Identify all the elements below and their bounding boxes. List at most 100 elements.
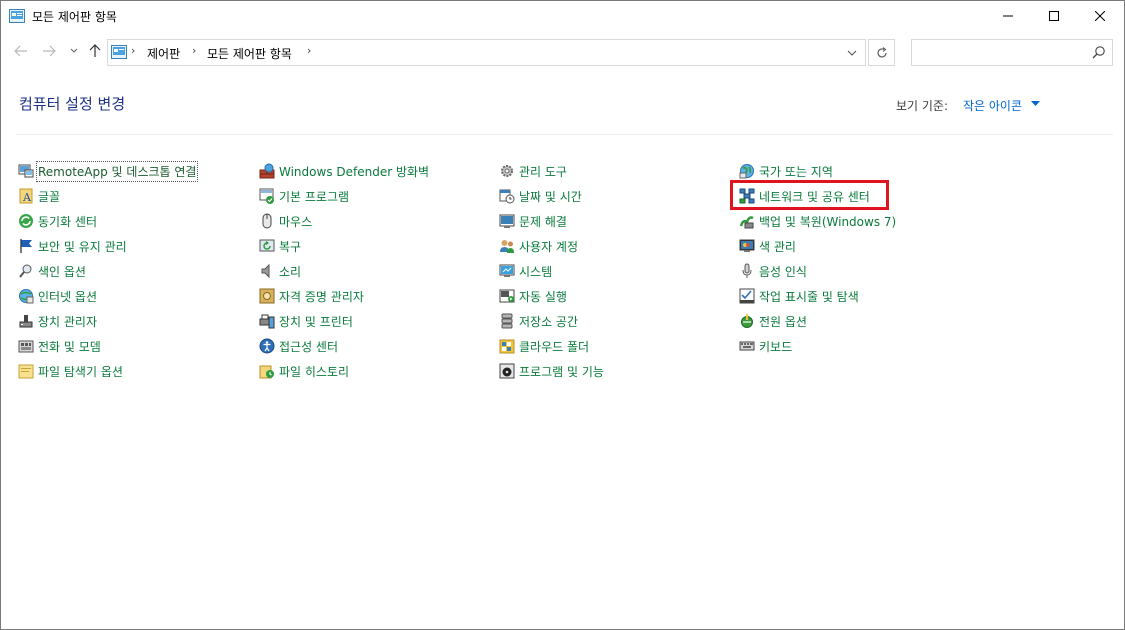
window-title: 모든 제어판 항목 bbox=[32, 10, 117, 24]
navigation-bar: › 제어판 › 모든 제어판 항목 › bbox=[1, 31, 1124, 73]
item-label: 사용자 계정 bbox=[519, 239, 579, 254]
keyboard-icon bbox=[739, 341, 755, 351]
item-label: Windows Defender 방화벽 bbox=[279, 164, 430, 179]
search-icon[interactable] bbox=[1092, 45, 1106, 59]
item-recovery[interactable]: 복구 bbox=[259, 236, 301, 256]
close-button[interactable] bbox=[1077, 1, 1123, 31]
caret-down-icon[interactable] bbox=[1031, 101, 1040, 107]
forward-button[interactable] bbox=[39, 41, 59, 61]
item-cloud-folders[interactable]: 클라우드 폴더 bbox=[499, 336, 589, 356]
item-user-accounts[interactable]: 사용자 계정 bbox=[499, 236, 578, 256]
item-indexing-options[interactable]: 색인 옵션 bbox=[18, 261, 86, 281]
file-history-icon bbox=[259, 365, 274, 379]
item-label: 음성 인식 bbox=[759, 264, 807, 279]
breadcrumb-all-items[interactable]: 모든 제어판 항목 bbox=[207, 45, 292, 62]
search-box[interactable] bbox=[911, 39, 1113, 66]
item-system[interactable]: 시스템 bbox=[499, 261, 552, 281]
programs-features-icon bbox=[499, 363, 515, 379]
view-by-dropdown[interactable]: 작은 아이콘 bbox=[963, 97, 1022, 114]
item-label: 날짜 및 시간 bbox=[519, 189, 582, 204]
internet-options-icon bbox=[19, 289, 34, 304]
highlight-annotation bbox=[730, 180, 889, 210]
item-power-options[interactable]: 전원 옵션 bbox=[739, 311, 807, 331]
item-storage-spaces[interactable]: 저장소 공간 bbox=[499, 311, 578, 331]
item-label: 문제 해결 bbox=[519, 214, 567, 229]
breadcrumb-control-panel[interactable]: 제어판 bbox=[147, 45, 180, 62]
item-label: 접근성 센터 bbox=[279, 339, 339, 354]
breadcrumb-separator-icon[interactable]: › bbox=[307, 44, 311, 57]
control-panel-icon bbox=[9, 9, 25, 23]
page-title: 컴퓨터 설정 변경 bbox=[19, 95, 126, 113]
item-color-management[interactable]: 색 관리 bbox=[739, 236, 796, 256]
item-label: 글꼴 bbox=[38, 189, 61, 204]
item-label: 마우스 bbox=[279, 214, 313, 229]
item-speech-recognition[interactable]: 음성 인식 bbox=[739, 261, 807, 281]
item-programs-features[interactable]: 프로그램 및 기능 bbox=[499, 361, 604, 381]
item-devices-printers[interactable]: 장치 및 프린터 bbox=[259, 311, 353, 331]
item-device-manager[interactable]: 장치 관리자 bbox=[18, 311, 97, 331]
item-file-explorer-options[interactable]: 파일 탐색기 옵션 bbox=[18, 361, 123, 381]
recent-locations-button[interactable] bbox=[64, 41, 84, 61]
back-button[interactable] bbox=[11, 41, 31, 61]
phone-modem-icon bbox=[18, 340, 34, 353]
item-taskbar-navigation[interactable]: 작업 표시줄 및 탐색 bbox=[739, 286, 859, 306]
item-autoplay[interactable]: 자동 실행 bbox=[499, 286, 567, 306]
item-file-history[interactable]: 파일 히스토리 bbox=[259, 361, 349, 381]
firewall-icon bbox=[259, 163, 275, 179]
up-button[interactable] bbox=[85, 41, 105, 61]
item-mouse[interactable]: 마우스 bbox=[259, 211, 312, 231]
item-troubleshooting[interactable]: 문제 해결 bbox=[499, 211, 567, 231]
item-label: 장치 관리자 bbox=[38, 314, 98, 329]
item-security-maintenance[interactable]: 보안 및 유지 관리 bbox=[18, 236, 127, 256]
item-keyboard[interactable]: 키보드 bbox=[739, 336, 792, 356]
item-label: 클라우드 폴더 bbox=[519, 339, 590, 354]
item-administrative-tools[interactable]: 관리 도구 bbox=[499, 161, 567, 181]
item-region[interactable]: 국가 또는 지역 bbox=[739, 161, 833, 181]
item-credential-manager[interactable]: 자격 증명 관리자 bbox=[259, 286, 364, 306]
breadcrumb-separator-icon[interactable]: › bbox=[192, 44, 196, 57]
breadcrumb-separator-icon[interactable]: › bbox=[131, 44, 135, 57]
title-bar[interactable]: 모든 제어판 항목 bbox=[1, 1, 1124, 31]
taskbar-icon bbox=[739, 288, 755, 304]
user-accounts-icon bbox=[500, 240, 514, 253]
address-history-dropdown[interactable] bbox=[841, 40, 863, 65]
item-label: 인터넷 옵션 bbox=[38, 289, 98, 304]
default-programs-icon bbox=[259, 188, 274, 204]
address-bar[interactable]: › 제어판 › 모든 제어판 항목 › bbox=[107, 39, 866, 66]
item-label: 저장소 공간 bbox=[519, 314, 579, 329]
item-label: 전원 옵션 bbox=[759, 314, 807, 329]
item-label: 파일 탐색기 옵션 bbox=[38, 364, 123, 379]
region-icon bbox=[739, 164, 754, 179]
mouse-icon bbox=[262, 213, 272, 229]
item-default-programs[interactable]: 기본 프로그램 bbox=[259, 186, 349, 206]
maximize-icon bbox=[1049, 11, 1059, 21]
remoteapp-icon bbox=[18, 164, 34, 178]
arrow-right-icon bbox=[43, 45, 56, 57]
item-ease-of-access[interactable]: 접근성 센터 bbox=[259, 336, 338, 356]
item-label: 전화 및 모뎀 bbox=[38, 339, 101, 354]
item-phone-modem[interactable]: 전화 및 모뎀 bbox=[18, 336, 101, 356]
item-label: 프로그램 및 기능 bbox=[519, 364, 604, 379]
item-label: 자격 증명 관리자 bbox=[279, 289, 364, 304]
item-internet-options[interactable]: 인터넷 옵션 bbox=[18, 286, 97, 306]
device-manager-icon bbox=[19, 315, 33, 328]
refresh-button[interactable] bbox=[868, 39, 895, 66]
search-input[interactable] bbox=[916, 43, 1086, 62]
item-label: 색인 옵션 bbox=[38, 264, 86, 279]
credential-manager-icon bbox=[259, 288, 275, 304]
maximize-button[interactable] bbox=[1031, 1, 1077, 31]
sound-icon bbox=[261, 263, 270, 279]
item-date-time[interactable]: 날짜 및 시간 bbox=[499, 186, 582, 206]
speech-recognition-icon bbox=[742, 263, 752, 278]
close-icon bbox=[1095, 11, 1105, 21]
control-panel-icon bbox=[111, 45, 127, 59]
work-folders-icon bbox=[499, 339, 515, 354]
item-remoteapp[interactable]: RemoteApp 및 데스크톱 연결 bbox=[18, 160, 199, 182]
item-sync-center[interactable]: 동기화 센터 bbox=[18, 211, 97, 231]
item-sound[interactable]: 소리 bbox=[259, 261, 301, 281]
minimize-button[interactable] bbox=[985, 1, 1031, 31]
item-fonts[interactable]: A 글꼴 bbox=[18, 186, 60, 206]
ease-of-access-icon bbox=[259, 338, 275, 354]
item-windows-defender-firewall[interactable]: Windows Defender 방화벽 bbox=[259, 161, 429, 181]
item-backup-restore[interactable]: 백업 및 복원(Windows 7) bbox=[739, 211, 896, 231]
